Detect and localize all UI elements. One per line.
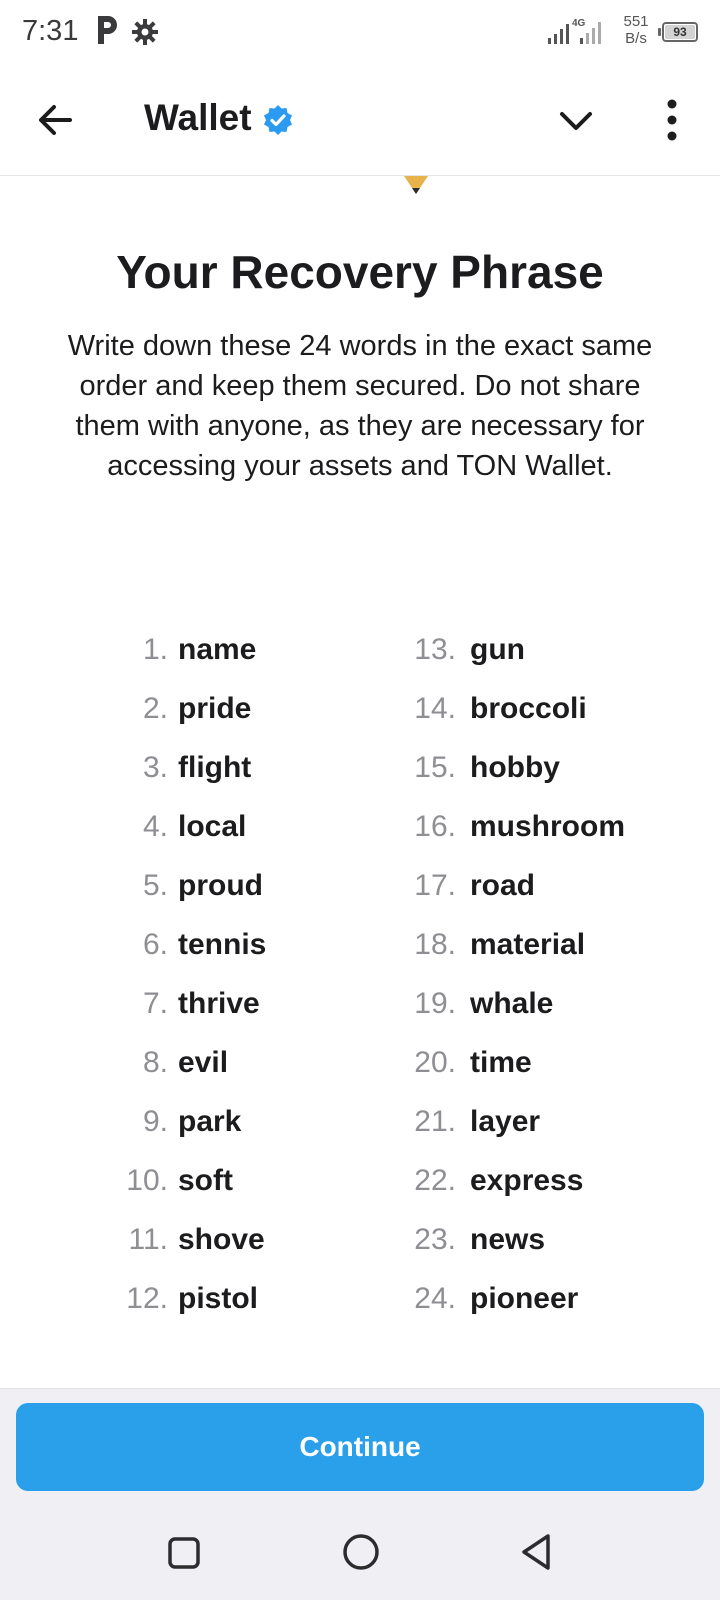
- word-text: pistol: [178, 1282, 258, 1315]
- word-number: 10.: [126, 1164, 168, 1197]
- gear-icon: [132, 19, 158, 45]
- word-item: 4. local: [0, 807, 360, 847]
- word-item: 23. news: [360, 1220, 720, 1260]
- status-time: 7:31: [22, 15, 79, 47]
- word-item: 11. shove: [0, 1220, 360, 1260]
- word-item: 14. broccoli: [360, 689, 720, 729]
- word-text: park: [178, 1105, 242, 1138]
- word-number: 1.: [142, 633, 168, 666]
- more-vertical-icon[interactable]: [644, 90, 700, 150]
- word-item: 13. gun: [360, 630, 720, 670]
- word-text: evil: [178, 1046, 229, 1079]
- word-item: 2. pride: [0, 689, 360, 729]
- word-item: 21. layer: [360, 1102, 720, 1142]
- word-text: tennis: [178, 928, 267, 961]
- word-text: pride: [178, 692, 252, 725]
- word-item: 17. road: [360, 866, 720, 906]
- word-text: hobby: [470, 751, 560, 784]
- word-item: 16. mushroom: [360, 807, 720, 847]
- word-item: 1. name: [0, 630, 360, 670]
- word-number: 6.: [142, 928, 168, 961]
- word-item: 20. time: [360, 1043, 720, 1083]
- word-text: whale: [470, 987, 554, 1020]
- word-number: 12.: [126, 1282, 168, 1315]
- word-text: road: [470, 869, 536, 902]
- word-text: news: [470, 1223, 546, 1256]
- screen: 7:31 4G 551 B/s 93 Wallet Your Recovery …: [0, 0, 720, 1600]
- pencil-sticker-icon: [404, 176, 428, 194]
- word-item: 24. pioneer: [360, 1279, 720, 1319]
- word-text: pioneer: [470, 1282, 579, 1315]
- word-text: material: [470, 928, 586, 961]
- word-text: time: [470, 1046, 532, 1079]
- word-number: 17.: [414, 869, 456, 902]
- app-header: Wallet: [0, 64, 720, 176]
- bottom-bar: Continue: [0, 1388, 720, 1600]
- word-item: 6. tennis: [0, 925, 360, 965]
- word-number: 22.: [414, 1164, 456, 1197]
- word-text: express: [470, 1164, 584, 1197]
- word-number: 4.: [142, 810, 168, 843]
- word-item: 12. pistol: [0, 1279, 360, 1319]
- word-number: 8.: [142, 1046, 168, 1079]
- back-triangle-icon[interactable]: [520, 1533, 552, 1571]
- word-number: 7.: [142, 987, 168, 1020]
- status-bar: 7:31 4G 551 B/s 93: [0, 0, 720, 64]
- parking-app-icon: [98, 16, 117, 44]
- word-number: 11.: [128, 1223, 168, 1256]
- signal-icon: 4G: [548, 18, 601, 44]
- continue-button[interactable]: Continue: [16, 1403, 704, 1491]
- arrow-left-icon[interactable]: [30, 94, 82, 146]
- word-number: 9.: [142, 1105, 168, 1138]
- word-number: 18.: [414, 928, 456, 961]
- header-title: Wallet: [144, 97, 252, 138]
- word-item: 18. material: [360, 925, 720, 965]
- word-number: 13.: [414, 633, 456, 666]
- word-number: 16.: [414, 810, 456, 843]
- battery-icon: 93: [658, 22, 700, 42]
- word-text: thrive: [178, 987, 260, 1020]
- page-description: Write down these 24 words in the exact s…: [67, 330, 653, 482]
- word-number: 14.: [414, 692, 456, 725]
- word-number: 24.: [414, 1282, 456, 1315]
- recents-square-icon[interactable]: [168, 1537, 200, 1569]
- word-number: 15.: [414, 751, 456, 784]
- word-text: layer: [470, 1105, 541, 1138]
- word-text: flight: [178, 751, 252, 784]
- word-item: 3. flight: [0, 748, 360, 788]
- word-item: 15. hobby: [360, 748, 720, 788]
- word-number: 5.: [142, 869, 168, 902]
- word-number: 2.: [142, 692, 168, 725]
- word-item: 9. park: [0, 1102, 360, 1142]
- word-text: local: [178, 810, 247, 843]
- word-item: 7. thrive: [0, 984, 360, 1024]
- word-item: 19. whale: [360, 984, 720, 1024]
- word-number: 3.: [142, 751, 168, 784]
- word-text: broccoli: [470, 692, 587, 725]
- network-speed: 551 B/s: [618, 13, 654, 47]
- word-number: 19.: [414, 987, 456, 1020]
- speed-value: 551: [623, 13, 649, 30]
- word-number: 20.: [414, 1046, 456, 1079]
- word-item: 8. evil: [0, 1043, 360, 1083]
- word-text: mushroom: [470, 810, 626, 843]
- word-item: 5. proud: [0, 866, 360, 906]
- verified-badge-icon: [264, 105, 292, 135]
- word-text: proud: [178, 869, 263, 902]
- word-text: name: [178, 633, 257, 666]
- word-number: 23.: [414, 1223, 456, 1256]
- page-title: Your Recovery Phrase: [116, 246, 604, 298]
- word-text: gun: [470, 633, 525, 666]
- speed-unit: B/s: [625, 30, 647, 47]
- home-circle-icon[interactable]: [342, 1533, 380, 1571]
- word-text: soft: [178, 1164, 233, 1197]
- word-item: 10. soft: [0, 1161, 360, 1201]
- word-number: 21.: [414, 1105, 456, 1138]
- chevron-down-icon[interactable]: [548, 94, 604, 146]
- word-item: 22. express: [360, 1161, 720, 1201]
- network-type-label: 4G: [572, 18, 586, 29]
- battery-level: 93: [665, 25, 695, 39]
- word-text: shove: [178, 1223, 265, 1256]
